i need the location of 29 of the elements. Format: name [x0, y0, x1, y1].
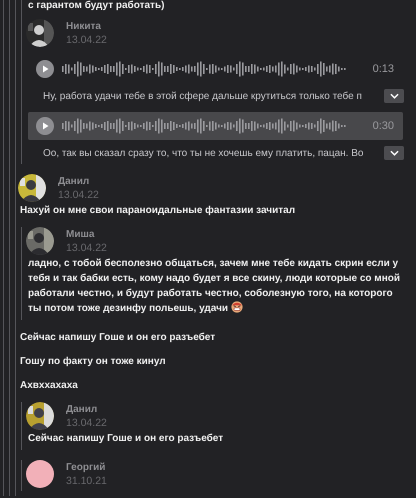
message-text: Сейчас напишу Гоше и он его разъебет: [20, 331, 216, 345]
voice-message[interactable]: 0:30: [28, 112, 403, 140]
message-date: 13.04.22: [66, 33, 107, 47]
message-date: 13.04.22: [66, 241, 107, 255]
message-text: Ахвххахаха: [20, 379, 79, 393]
play-icon[interactable]: [36, 60, 54, 78]
transcript-text: Оо, так вы сказал сразу то, что ты не хочешь ему платить, пацан. Во: [43, 148, 364, 158]
message-text: Гошу по факту он тоже кинул: [20, 355, 167, 369]
chevron-icon: [390, 150, 398, 156]
message-date: 31.10.21: [66, 474, 107, 488]
author-name[interactable]: Миша: [66, 228, 107, 241]
author-name[interactable]: Никита: [66, 20, 107, 33]
author-name[interactable]: Данил: [58, 175, 99, 188]
message-date: 13.04.22: [66, 416, 107, 430]
expand-button[interactable]: [384, 146, 404, 160]
author-name[interactable]: Данил: [66, 403, 107, 416]
chevron-icon: [390, 93, 398, 99]
play-icon[interactable]: [36, 117, 54, 135]
expand-button[interactable]: [384, 89, 404, 103]
transcript-text: Ну, работа удачи тебе в этой сфере дальше крутиться только тебе п: [43, 90, 363, 102]
message-text: Нахуй он мне свои параноидальные фантазии зачитал: [20, 204, 296, 218]
message-text: Сейчас напишу Гоше и он его разъебет: [28, 432, 224, 446]
duration: 0:13: [372, 63, 394, 75]
message-text: ладно, с тобой бесполезно общаться, зачем мне тебе кидать скрин если у тебя и так бабки есть, кому надо будет я все скину, люди которые со мной работали честно, и будут работать честно, соболезную того, на которого ты потом тоже дезинфу польешь, удачи: [28, 257, 400, 316]
duration: 0:30: [372, 120, 394, 132]
voice-message[interactable]: 0:13: [28, 55, 403, 83]
message-text: с гарантом будут работать): [28, 0, 166, 13]
message-date: 13.04.22: [58, 188, 99, 202]
author-name[interactable]: Георгий: [66, 461, 107, 474]
